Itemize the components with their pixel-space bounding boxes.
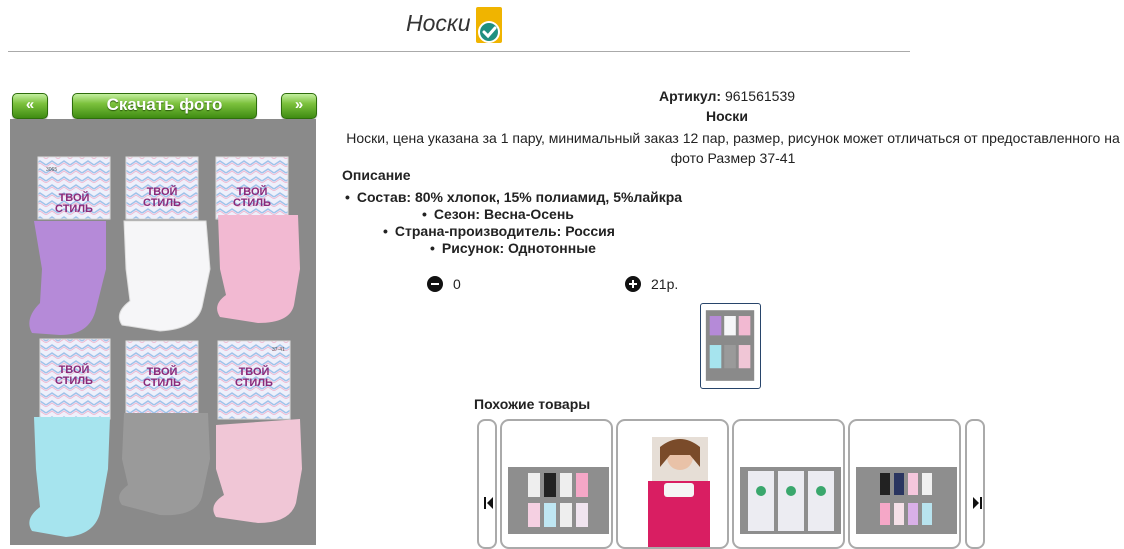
minus-icon[interactable] [427, 276, 443, 292]
sku-value: 961561539 [724, 88, 796, 104]
similar-products-heading: Похожие товары [474, 396, 591, 412]
similar-product-image [740, 467, 841, 534]
similar-product-card[interactable] [500, 419, 613, 549]
attribute-country: Страна-производитель: Россия [383, 223, 615, 239]
pack-brand-text: СТИЛЬ [143, 377, 181, 389]
plus-icon[interactable] [625, 276, 641, 292]
pack-size-text: 37-41 [272, 347, 285, 353]
quantity-value: 0 [453, 276, 461, 292]
page-title: Носки [406, 10, 471, 36]
pack-brand-text: СТИЛЬ [235, 377, 273, 389]
pack-brand-text: СТИЛЬ [143, 197, 181, 209]
pack-brand-text: СТИЛЬ [55, 203, 93, 215]
carousel-prev-button[interactable] [477, 419, 497, 549]
pack-brand-text: СТИЛЬ [233, 197, 271, 209]
pack-code-text: 3065 [46, 167, 57, 173]
similar-product-image [648, 437, 710, 547]
sku-label: Артикул: [658, 88, 722, 104]
download-photo-button[interactable]: Скачать фото [72, 93, 257, 119]
carousel-next-icon [973, 497, 982, 509]
similar-product-card[interactable] [848, 419, 961, 549]
product-description: Носки, цена указана за 1 пару, минимальн… [346, 130, 1120, 166]
similar-product-image [856, 467, 957, 534]
carousel-next-button[interactable] [965, 419, 985, 549]
carousel-prev-icon [484, 497, 493, 509]
similar-product-image [508, 467, 609, 534]
next-photo-button[interactable]: » [281, 93, 317, 119]
description-heading: Описание [342, 167, 411, 183]
attribute-pattern: Рисунок: Однотонные [430, 240, 596, 256]
previous-photo-button[interactable]: « [12, 93, 48, 119]
attribute-season: Сезон: Весна-Осень [422, 206, 574, 222]
similar-product-card[interactable] [616, 419, 729, 549]
sku-line: Артикул: 961561539 [330, 88, 1124, 104]
price-value: 21р. [651, 276, 679, 292]
photo-thumbnail[interactable] [700, 303, 761, 389]
header-divider [8, 51, 910, 52]
similar-product-card[interactable] [732, 419, 845, 549]
attribute-composition: Состав: 80% хлопок, 15% полиамид, 5%лайк… [345, 189, 682, 205]
verified-check-icon [476, 7, 502, 43]
pack-brand-text: СТИЛЬ [55, 375, 93, 387]
product-main-photo[interactable]: ТВОЙ СТИЛЬ ТВОЙ СТИЛЬ ТВОЙ СТИЛЬ 3065 ТВ… [10, 119, 316, 545]
product-name: Носки [706, 108, 748, 124]
